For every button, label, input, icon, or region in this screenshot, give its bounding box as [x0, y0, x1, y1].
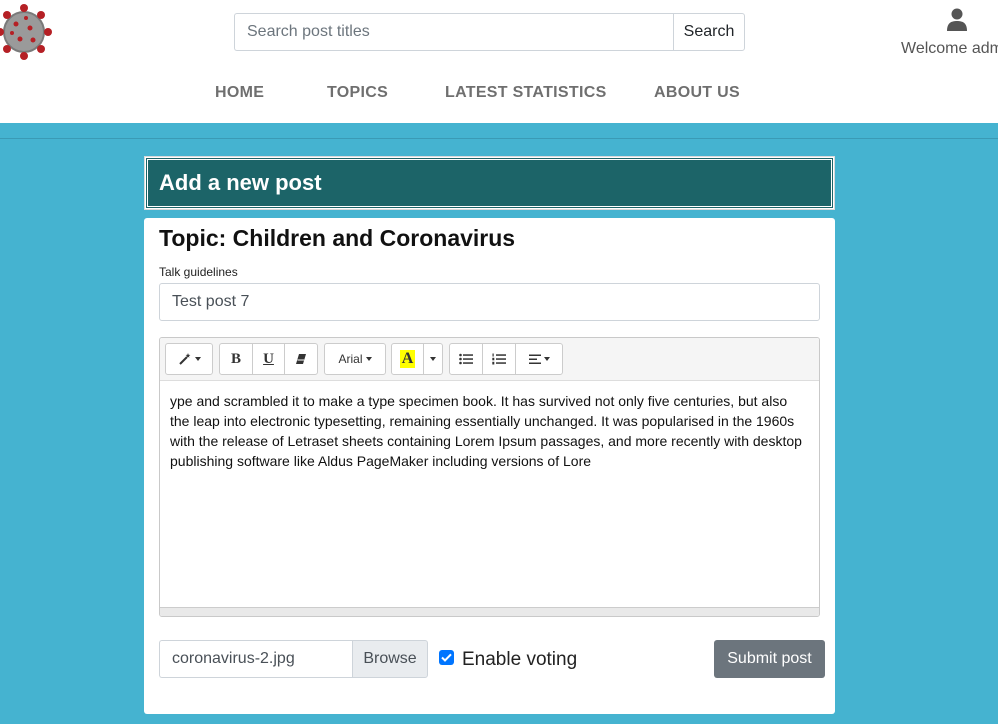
- bold-button[interactable]: B: [219, 343, 253, 375]
- nav-item-topics[interactable]: TOPICS: [327, 84, 388, 102]
- browse-button[interactable]: Browse: [352, 640, 428, 678]
- page-header-inner: Add a new post: [147, 159, 832, 207]
- nav-item-home[interactable]: HOME: [215, 84, 264, 102]
- color-dropdown-button[interactable]: [423, 343, 443, 375]
- magic-wand-icon: [178, 353, 190, 365]
- top-bar: Search Welcome adm HOME TOPICS LATEST ST…: [0, 0, 998, 123]
- coronavirus-logo-icon[interactable]: [0, 2, 52, 62]
- unordered-list-button[interactable]: [449, 343, 483, 375]
- editor-toolbar: B U Arial A: [160, 338, 819, 381]
- editor-resize-bar[interactable]: [160, 607, 819, 616]
- paragraph-group: [449, 343, 563, 375]
- font-name-dropdown[interactable]: Arial: [324, 343, 386, 375]
- unordered-list-icon: [459, 353, 473, 365]
- chevron-down-icon: [430, 357, 436, 361]
- checkmark-icon: [441, 653, 452, 662]
- ordered-list-button[interactable]: [482, 343, 516, 375]
- chevron-down-icon: [194, 357, 201, 361]
- align-dropdown-button[interactable]: [515, 343, 563, 375]
- font-name-group: Arial: [324, 343, 386, 375]
- clear-format-button[interactable]: [284, 343, 318, 375]
- post-title-input[interactable]: [159, 283, 820, 321]
- style-button[interactable]: [165, 343, 213, 375]
- search-bar: Search: [234, 13, 745, 51]
- color-group: A: [391, 343, 443, 375]
- sub-header-band: [0, 123, 998, 139]
- file-upload: coronavirus-2.jpg Browse: [159, 640, 428, 678]
- eraser-icon: [296, 354, 306, 364]
- enable-voting-checkbox[interactable]: [439, 650, 454, 665]
- align-left-icon: [528, 354, 541, 364]
- welcome-text[interactable]: Welcome adm: [901, 40, 998, 58]
- nav-item-about-us[interactable]: ABOUT US: [654, 84, 740, 102]
- style-group: [165, 343, 213, 375]
- font-style-group: B U: [219, 343, 318, 375]
- chevron-down-icon: [365, 357, 372, 361]
- user-icon[interactable]: [946, 8, 968, 32]
- new-post-form: Topic: Children and Coronavirus Talk gui…: [144, 218, 835, 714]
- topic-title: Topic: Children and Coronavirus: [159, 225, 516, 251]
- search-input[interactable]: [234, 13, 673, 51]
- text-color-button[interactable]: A: [391, 343, 424, 375]
- enable-voting-label[interactable]: Enable voting: [462, 649, 577, 671]
- rich-text-editor: B U Arial A ype and scrambled it to make…: [159, 337, 820, 617]
- text-color-label: A: [399, 350, 416, 368]
- underline-button[interactable]: U: [252, 343, 285, 375]
- talk-guidelines-link[interactable]: Talk guidelines: [159, 265, 238, 279]
- chevron-down-icon: [543, 357, 550, 361]
- main-nav: HOME TOPICS LATEST STATISTICS ABOUT US: [0, 84, 998, 106]
- page-title: Add a new post: [159, 170, 322, 195]
- editor-content[interactable]: ype and scrambled it to make a type spec…: [160, 381, 819, 607]
- search-button[interactable]: Search: [673, 13, 745, 51]
- file-name-field[interactable]: coronavirus-2.jpg: [159, 640, 352, 678]
- nav-item-latest-statistics[interactable]: LATEST STATISTICS: [445, 84, 607, 102]
- ordered-list-icon: [492, 353, 506, 365]
- submit-post-button[interactable]: Submit post: [714, 640, 825, 678]
- page-header-card: Add a new post: [144, 156, 835, 210]
- font-name-label: Arial: [338, 352, 363, 366]
